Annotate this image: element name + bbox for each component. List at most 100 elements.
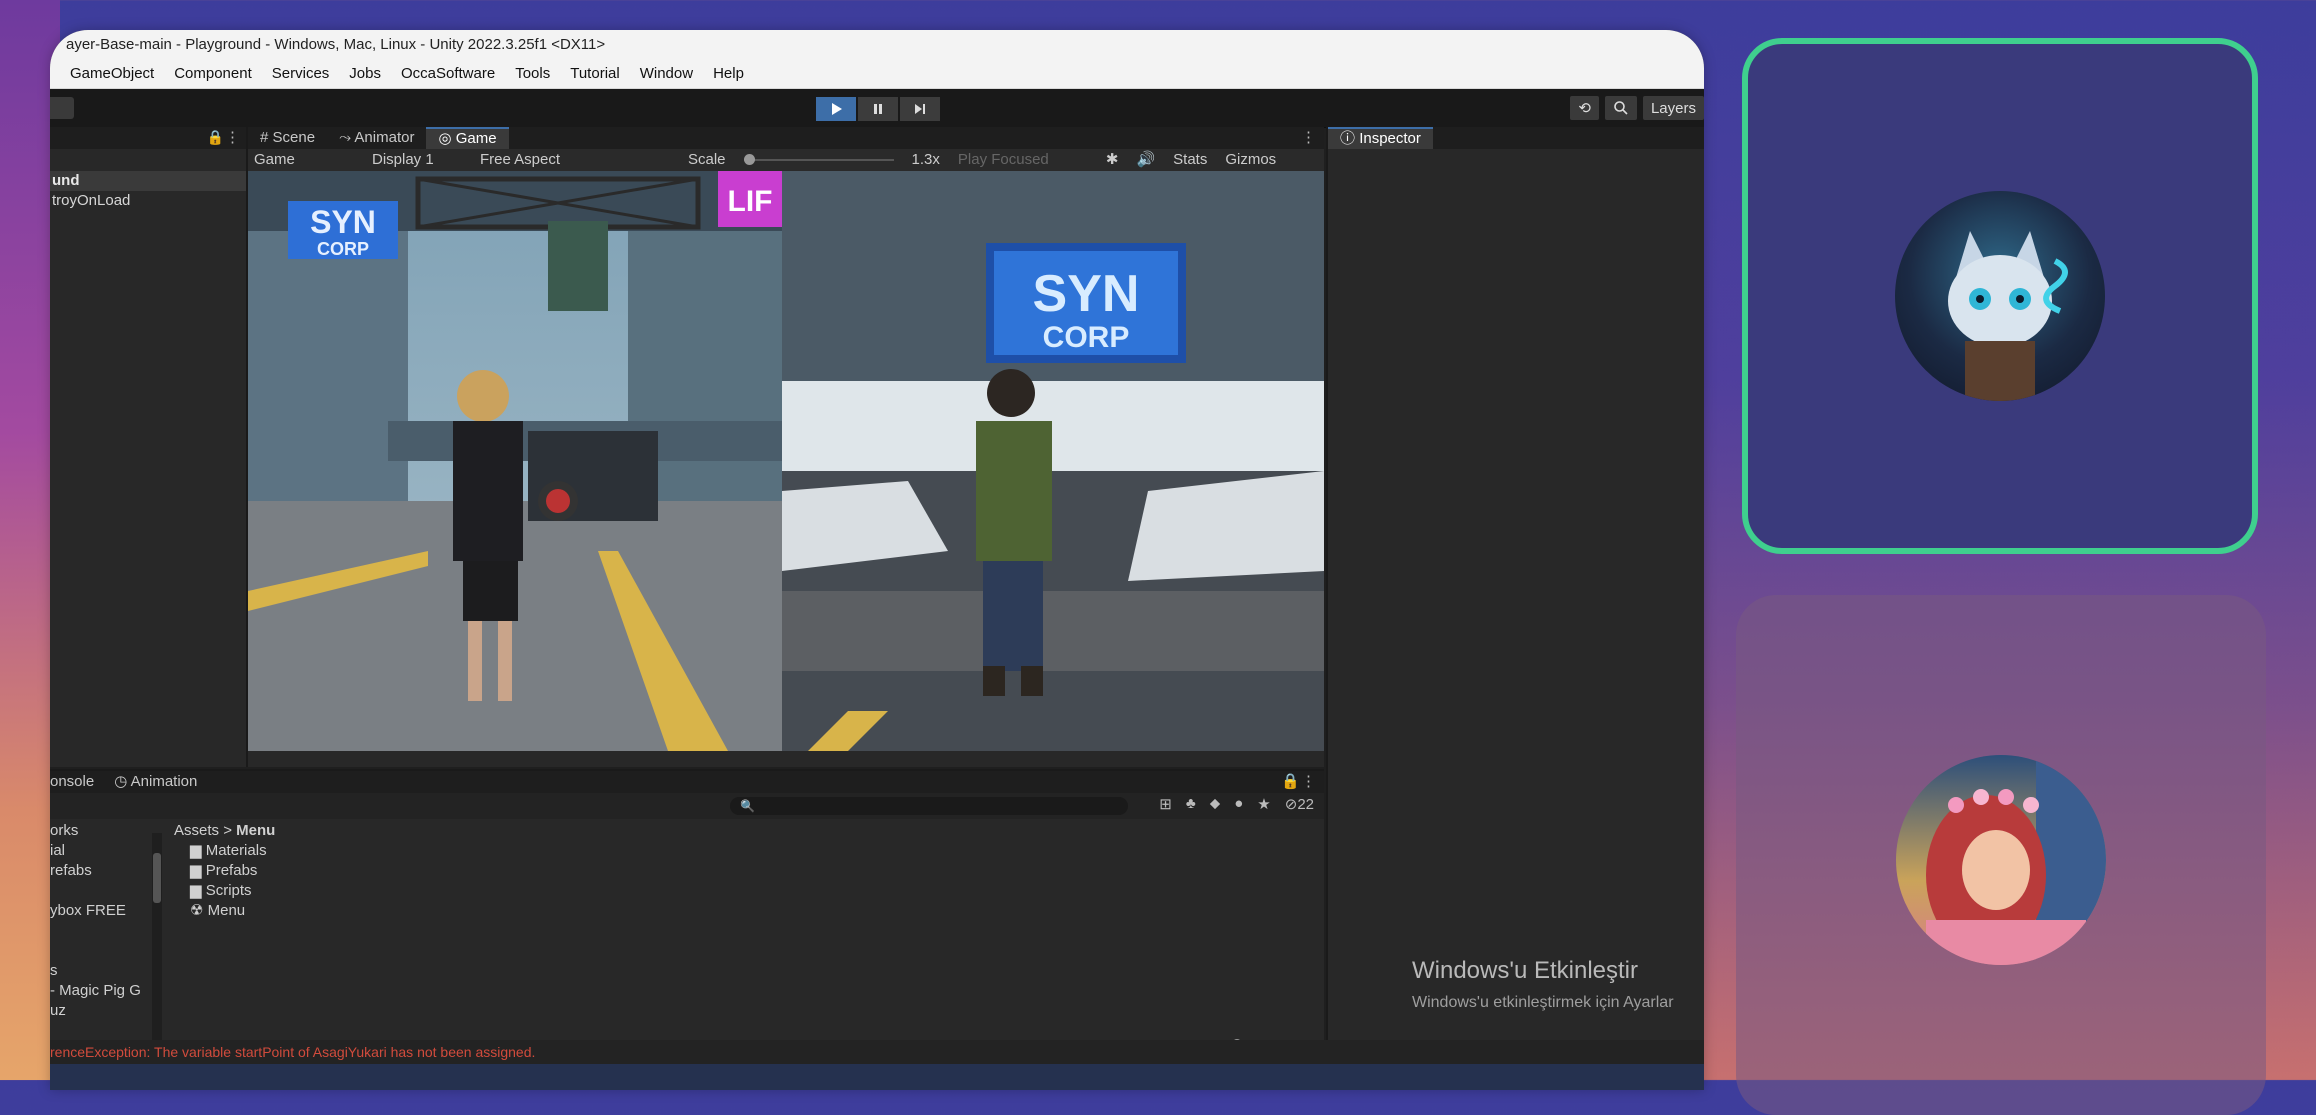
folder-item[interactable]: ▆ Scripts <box>174 881 1314 901</box>
tab-game[interactable]: ◎ Game <box>426 127 509 149</box>
display-select[interactable]: Display 1 <box>372 149 462 171</box>
label-icon[interactable]: ⬥ <box>1210 795 1221 813</box>
audio-icon[interactable]: 🔊 <box>1136 149 1155 171</box>
tree-item[interactable] <box>50 921 150 941</box>
tree-item[interactable]: s <box>50 961 150 981</box>
tree-item[interactable] <box>50 941 150 961</box>
bottom-menu-icon[interactable]: ⋮ <box>1301 771 1316 793</box>
sign-lif: LIF <box>728 185 773 218</box>
tree-item[interactable]: ybox FREE <box>50 901 150 921</box>
account-button[interactable] <box>50 97 74 119</box>
pause-button[interactable] <box>858 97 898 121</box>
folder-item[interactable]: ▆ Prefabs <box>174 861 1314 881</box>
tab-console[interactable]: onsole <box>50 771 94 793</box>
step-button[interactable] <box>900 97 940 121</box>
hierarchy-header: 🔒 ⋮ <box>50 127 246 149</box>
tree-item[interactable]: orks <box>50 821 150 841</box>
history-button[interactable]: ⟲ <box>1570 96 1599 120</box>
menu-bar: GameObject Component Services Jobs OccaS… <box>50 60 1704 89</box>
hierarchy-scene-row[interactable]: und <box>50 171 246 191</box>
menu-services[interactable]: Services <box>262 60 340 88</box>
folder-icon: ▆ <box>190 862 202 879</box>
project-tree: orks ial refabs ybox FREE s - Magic Pig … <box>50 821 150 1031</box>
menu-jobs[interactable]: Jobs <box>339 60 391 88</box>
folder-item[interactable]: ▆ Materials <box>174 841 1314 861</box>
hierarchy-search[interactable] <box>50 149 246 171</box>
participant-card-active[interactable] <box>1742 38 2258 554</box>
gamepad-icon: ◎ <box>438 130 452 147</box>
pause-icon <box>874 104 882 114</box>
lock-icon[interactable]: 🔒 <box>207 129 224 146</box>
clock-icon: ◷ <box>114 773 128 790</box>
menu-tools[interactable]: Tools <box>505 60 560 88</box>
breadcrumb-root[interactable]: Assets <box>174 822 219 839</box>
kebab-menu-icon[interactable]: ⋮ <box>225 128 240 146</box>
menu-window[interactable]: Window <box>630 60 703 88</box>
project-search-input[interactable]: 🔍 <box>730 797 1128 815</box>
breadcrumb-current[interactable]: Menu <box>236 822 275 839</box>
windows-activation-title: Windows'u Etkinleştir <box>1412 957 1638 984</box>
tree-item[interactable]: ial <box>50 841 150 861</box>
play-focused-select[interactable]: Play Focused <box>958 149 1088 171</box>
hierarchy-panel: 🔒 ⋮ und troyOnLoad <box>50 127 248 767</box>
sign-left-syn: SYN <box>310 204 376 240</box>
bottom-lock-icon[interactable]: 🔒 <box>1281 771 1300 793</box>
folder-icon: ▆ <box>190 842 202 859</box>
aspect-select[interactable]: Free Aspect <box>480 149 670 171</box>
project-contents: Assets > Menu ▆ Materials ▆ Prefabs ▆ Sc… <box>174 821 1314 921</box>
hierarchy-dontdestroy-row[interactable]: troyOnLoad <box>50 191 246 211</box>
menu-occasoftware[interactable]: OccaSoftware <box>391 60 505 88</box>
game-toolbar: Game Display 1 Free Aspect Scale 1.3x Pl… <box>248 149 1324 171</box>
menu-help[interactable]: Help <box>703 60 754 88</box>
toolbar-right: ⟲ Layers <box>1570 96 1704 120</box>
tree-item[interactable]: uz <box>50 1001 150 1021</box>
sign-left-corp: CORP <box>317 239 369 259</box>
gizmos-button[interactable]: Gizmos <box>1225 149 1276 171</box>
windows-taskbar <box>50 1064 1704 1090</box>
stats-button[interactable]: Stats <box>1173 149 1207 171</box>
menu-gameobject[interactable]: GameObject <box>60 60 164 88</box>
console-status-bar[interactable]: renceException: The variable startPoint … <box>50 1040 1704 1064</box>
game-panel-menu-icon[interactable]: ⋮ <box>1301 128 1316 146</box>
princess-avatar-icon <box>1926 755 2106 965</box>
tree-item[interactable]: - Magic Pig G <box>50 981 150 1001</box>
star-icon[interactable]: ★ <box>1257 795 1270 813</box>
scale-slider[interactable] <box>743 149 894 171</box>
history-icon: ⟲ <box>1578 100 1591 117</box>
animator-icon: ⤳ <box>339 129 352 146</box>
tab-scene[interactable]: # Scene <box>248 127 327 149</box>
scene-asset-item[interactable]: ☢ Menu <box>174 901 1314 921</box>
sign-right-syn: SYN <box>1033 265 1140 323</box>
play-controls <box>816 97 940 121</box>
tree-item[interactable] <box>50 881 150 901</box>
hidden-icon[interactable]: ⊘22 <box>1285 795 1314 813</box>
game-view[interactable]: SYN CORP LIF SYN CORP <box>248 171 1324 751</box>
type-filter-icon[interactable]: ♣ <box>1186 795 1196 813</box>
bug-icon[interactable]: ✱ <box>1106 149 1119 171</box>
scale-label: Scale <box>688 151 726 168</box>
avatar <box>1896 755 2106 965</box>
tree-item[interactable]: refabs <box>50 861 150 881</box>
warning-icon[interactable]: ● <box>1234 795 1243 813</box>
participant-card[interactable] <box>1736 595 2266 1115</box>
tab-inspector[interactable]: ⓘ Inspector <box>1328 127 1433 149</box>
tab-animation[interactable]: ◷ Animation <box>114 771 197 793</box>
step-icon <box>915 104 925 114</box>
info-icon: ⓘ <box>1340 130 1356 147</box>
layers-dropdown[interactable]: Layers <box>1642 96 1704 120</box>
window-title: ayer-Base-main - Playground - Windows, M… <box>50 30 1704 60</box>
project-search-bar: 🔍 ⊞ ♣ ⬥ ● ★ ⊘22 <box>50 793 1324 819</box>
game-view-select[interactable]: Game <box>254 149 354 171</box>
tab-animator[interactable]: ⤳ Animator <box>327 127 426 149</box>
bottom-tabs: onsole ◷ Animation 🔒 ⋮ <box>50 771 1324 793</box>
game-scene-render: SYN CORP LIF SYN CORP <box>248 171 1324 751</box>
main-toolbar: ⟲ Layers <box>50 89 1704 128</box>
sign-right-corp: CORP <box>1043 321 1130 354</box>
search-button[interactable] <box>1604 96 1637 120</box>
play-button[interactable] <box>816 97 856 121</box>
menu-component[interactable]: Component <box>164 60 262 88</box>
inspector-tabs: ⓘ Inspector <box>1328 127 1704 149</box>
filter-icon[interactable]: ⊞ <box>1159 795 1172 813</box>
tree-scrollbar[interactable] <box>152 833 162 1043</box>
menu-tutorial[interactable]: Tutorial <box>560 60 629 88</box>
